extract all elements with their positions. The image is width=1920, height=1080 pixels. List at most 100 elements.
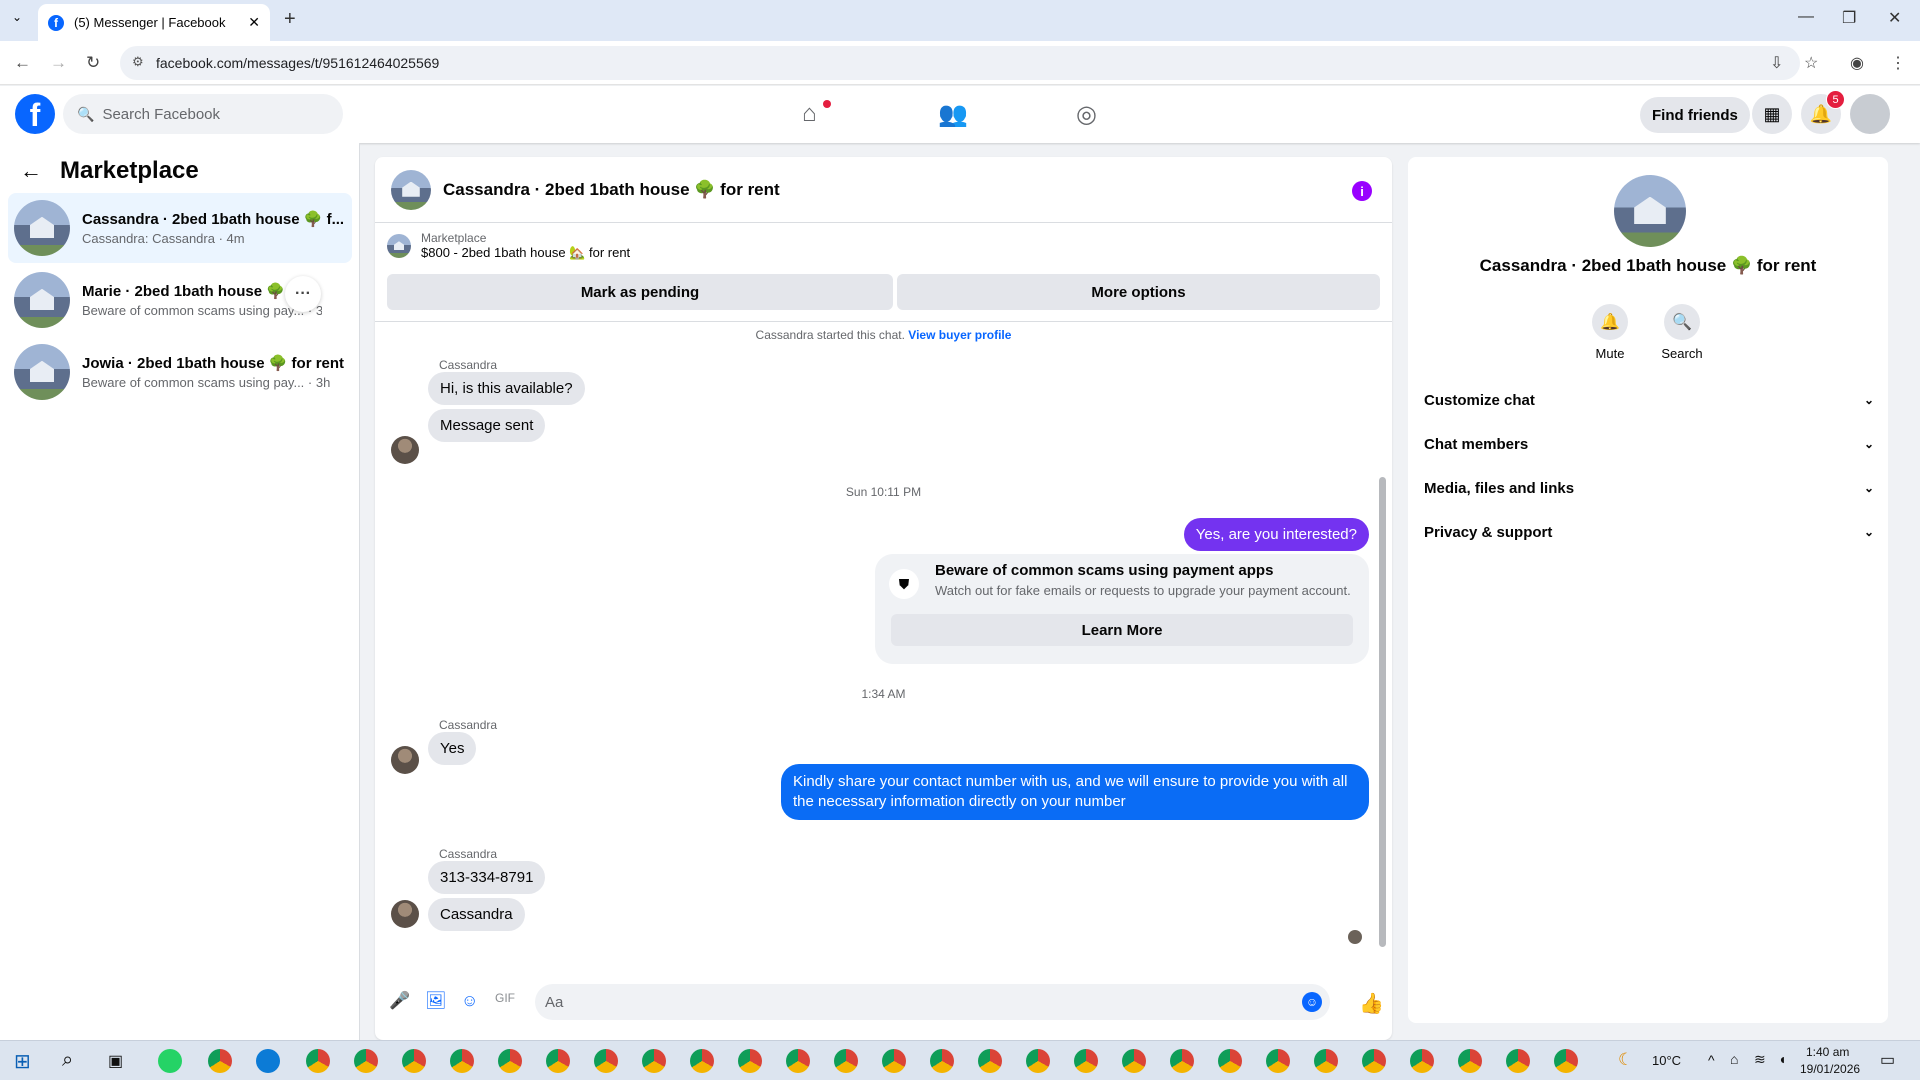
sticker-icon[interactable]: ☺	[461, 991, 478, 1011]
reload-icon[interactable]: ↻	[86, 53, 100, 73]
view-buyer-profile-link[interactable]: View buyer profile	[908, 328, 1011, 342]
more-options-button[interactable]: More options	[897, 274, 1380, 310]
sender-avatar[interactable]	[391, 436, 419, 464]
search-conversation-button[interactable]: 🔍 Search	[1642, 304, 1722, 361]
learn-more-button[interactable]: Learn More	[891, 614, 1353, 646]
outgoing-message[interactable]: Yes, are you interested?	[1183, 518, 1369, 551]
chrome-icon[interactable]	[1266, 1049, 1290, 1073]
friends-icon[interactable]: 👥	[938, 100, 968, 129]
chrome-icon[interactable]	[1506, 1049, 1530, 1073]
profile-avatar[interactable]	[1614, 175, 1686, 247]
emoji-icon[interactable]: ☺	[1302, 992, 1322, 1012]
chrome-icon[interactable]	[1554, 1049, 1578, 1073]
tab-close-icon[interactable]: ✕	[248, 14, 260, 31]
chat-avatar[interactable]	[391, 169, 431, 210]
chrome-icon[interactable]	[498, 1049, 522, 1073]
listing-banner[interactable]: Marketplace $800 - 2bed 1bath house 🏡 fo…	[387, 231, 630, 261]
conversation-item[interactable]: Jowia · 2bed 1bath house 🌳 for rent Bewa…	[8, 337, 352, 407]
facebook-logo-icon[interactable]: f	[15, 94, 55, 134]
chrome-icon[interactable]	[1122, 1049, 1146, 1073]
task-view-icon[interactable]: ▣	[108, 1051, 123, 1071]
chrome-icon[interactable]	[1074, 1049, 1098, 1073]
window-close-icon[interactable]: ✕	[1888, 8, 1901, 28]
weather-icon[interactable]: ☾	[1618, 1050, 1633, 1070]
minimize-icon[interactable]: —	[1798, 8, 1814, 26]
notification-center-icon[interactable]: ▭	[1880, 1050, 1895, 1070]
url-bar[interactable]: ⚙ facebook.com/messages/t/95161246402556…	[120, 46, 1800, 80]
chat-members-row[interactable]: Chat members ⌄	[1424, 426, 1874, 462]
clock-time[interactable]: 1:40 am	[1806, 1045, 1849, 1059]
home-icon[interactable]: ⌂	[802, 100, 817, 128]
chrome-icon[interactable]	[786, 1049, 810, 1073]
chrome-icon[interactable]	[594, 1049, 618, 1073]
find-friends-button[interactable]: Find friends	[1640, 97, 1750, 133]
photo-icon[interactable]: 🖼	[425, 991, 447, 1011]
groups-icon[interactable]: ◎	[1076, 100, 1097, 129]
site-info-icon[interactable]: ⚙	[132, 54, 144, 70]
chrome-icon[interactable]	[306, 1049, 330, 1073]
info-icon[interactable]: i	[1352, 181, 1372, 201]
wifi-icon[interactable]: ≋	[1754, 1051, 1766, 1068]
chrome-icon[interactable]	[978, 1049, 1002, 1073]
profile-icon[interactable]: ◉	[1850, 53, 1864, 73]
chrome-icon[interactable]	[1026, 1049, 1050, 1073]
chrome-icon[interactable]	[1218, 1049, 1242, 1073]
incoming-message[interactable]: Yes	[428, 732, 477, 765]
chrome-icon[interactable]	[546, 1049, 570, 1073]
back-icon[interactable]: ←	[14, 53, 31, 73]
incoming-message[interactable]: Cassandra	[428, 898, 525, 931]
conversation-more-icon[interactable]: ···	[285, 276, 321, 312]
conversation-item[interactable]: Cassandra · 2bed 1bath house 🌳 f... Cass…	[8, 193, 352, 263]
incoming-message[interactable]: Hi, is this available?	[428, 372, 585, 405]
chrome-icon[interactable]	[882, 1049, 906, 1073]
tray-chevron-icon[interactable]: ^	[1708, 1052, 1715, 1068]
volume-icon[interactable]: ◖	[1778, 1051, 1786, 1067]
message-input[interactable]: Aa ☺	[535, 984, 1330, 1020]
browser-tab[interactable]: f (5) Messenger | Facebook ✕	[38, 4, 270, 41]
chrome-icon[interactable]	[354, 1049, 378, 1073]
chrome-icon[interactable]	[1362, 1049, 1386, 1073]
chrome-icon[interactable]	[738, 1049, 762, 1073]
forward-icon[interactable]: →	[50, 53, 67, 73]
browser-menu-icon[interactable]: ⋮	[1890, 53, 1906, 73]
chrome-icon[interactable]	[1458, 1049, 1482, 1073]
sender-avatar[interactable]	[391, 746, 419, 774]
whatsapp-icon[interactable]	[158, 1049, 182, 1073]
outgoing-message[interactable]: Kindly share your contact number with us…	[781, 764, 1369, 820]
chrome-icon[interactable]	[208, 1049, 232, 1073]
account-avatar[interactable]	[1850, 94, 1890, 134]
chrome-icon[interactable]	[642, 1049, 666, 1073]
chrome-icon[interactable]	[834, 1049, 858, 1073]
search-input[interactable]: 🔍 Search Facebook	[63, 94, 343, 134]
microphone-icon[interactable]: 🎤	[389, 991, 410, 1011]
mute-button[interactable]: 🔔 Mute	[1570, 304, 1650, 361]
restore-icon[interactable]: ❐	[1842, 8, 1856, 28]
gif-icon[interactable]: GIF	[495, 991, 515, 1005]
customize-chat-row[interactable]: Customize chat ⌄	[1424, 382, 1874, 418]
mark-pending-button[interactable]: Mark as pending	[387, 274, 893, 310]
menu-grid-icon[interactable]: ▦	[1752, 94, 1792, 134]
thumbs-up-icon[interactable]: 👍	[1359, 991, 1384, 1016]
taskbar-search-icon[interactable]: ⌕	[62, 1049, 73, 1072]
incoming-message[interactable]: Message sent	[428, 409, 546, 442]
tab-search-icon[interactable]: ⌄	[12, 10, 22, 24]
chrome-icon[interactable]	[402, 1049, 426, 1073]
bookmark-star-icon[interactable]: ☆	[1804, 53, 1818, 73]
network-icon[interactable]: ⌂	[1730, 1051, 1738, 1067]
windows-start-icon[interactable]: ⊞	[14, 1049, 31, 1074]
weather-temp[interactable]: 10°C	[1652, 1053, 1681, 1068]
install-icon[interactable]: ⇩	[1770, 53, 1783, 73]
scrollbar[interactable]	[1379, 477, 1386, 947]
chat-title[interactable]: Cassandra · 2bed 1bath house 🌳 for rent	[443, 180, 780, 200]
chrome-icon[interactable]	[1314, 1049, 1338, 1073]
chrome-icon[interactable]	[1410, 1049, 1434, 1073]
chrome-icon[interactable]	[450, 1049, 474, 1073]
edge-icon[interactable]	[256, 1049, 280, 1073]
privacy-support-row[interactable]: Privacy & support ⌄	[1424, 514, 1874, 550]
back-arrow-icon[interactable]: ←	[20, 158, 42, 184]
chrome-icon[interactable]	[1170, 1049, 1194, 1073]
clock-date[interactable]: 19/01/2026	[1800, 1062, 1860, 1076]
new-tab-icon[interactable]: +	[284, 8, 296, 31]
incoming-message[interactable]: 313-334-8791	[428, 861, 546, 894]
chrome-icon[interactable]	[690, 1049, 714, 1073]
